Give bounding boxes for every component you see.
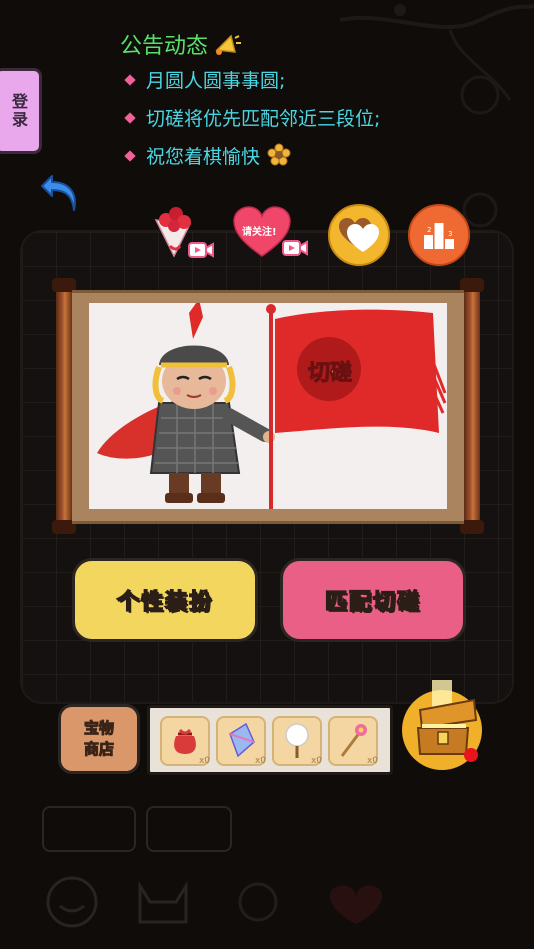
notification-dot — [464, 748, 478, 762]
item-slot-pouch[interactable]: x0 — [160, 716, 210, 766]
bullet-icon — [124, 111, 136, 124]
announcement-line: 切磋将优先匹配邻近三段位; — [124, 104, 380, 131]
banner-scroll: 切磋 — [72, 290, 464, 524]
video-icon — [282, 238, 308, 262]
treasure-shop-button[interactable]: 宝物 商店 — [58, 704, 140, 774]
flag-text: 切磋 — [307, 361, 352, 387]
match-button[interactable]: 匹配切磋 — [280, 558, 466, 642]
leaderboard-icon: 2 3 — [424, 223, 454, 249]
items-bar: x0 x0 x0 x0 — [147, 705, 393, 775]
bullet-icon — [124, 149, 136, 162]
double-heart-icon — [339, 218, 379, 252]
follow-heart-button[interactable]: 请关注! — [232, 206, 310, 262]
friends-button[interactable] — [328, 204, 390, 266]
ranking-button[interactable]: 2 3 — [408, 204, 470, 266]
video-icon — [188, 240, 214, 264]
banner-picture: 切磋 — [89, 303, 447, 509]
background-box — [146, 806, 232, 852]
scroll-rod-left — [56, 284, 72, 524]
scroll-rod-right — [464, 284, 480, 524]
treasure-chest-button[interactable] — [402, 680, 488, 770]
login-tab[interactable]: 登录 — [0, 68, 42, 154]
announcement-line: 祝您着棋愉快 — [124, 142, 292, 169]
item-slot-wand[interactable]: x0 — [328, 716, 378, 766]
item-slot-crystal[interactable]: x0 — [216, 716, 266, 766]
item-slot-fan[interactable]: x0 — [272, 716, 322, 766]
svg-text:3: 3 — [448, 230, 452, 238]
background-nav-icons — [46, 876, 382, 928]
warrior-illustration — [97, 303, 447, 509]
svg-text:2: 2 — [427, 226, 431, 234]
bouquet-gift-button[interactable] — [150, 204, 216, 262]
back-icon[interactable] — [38, 170, 82, 214]
announcement-title: 公告动态 — [120, 28, 242, 60]
horn-icon — [208, 34, 242, 59]
heart-bubble-text: 请关注! — [242, 227, 277, 238]
background-box — [42, 806, 136, 852]
flower-icon — [260, 143, 292, 168]
dress-up-button[interactable]: 个性装扮 — [72, 558, 258, 642]
bullet-icon — [124, 73, 136, 86]
announcement-line: 月圆人圆事事圆; — [124, 66, 285, 93]
